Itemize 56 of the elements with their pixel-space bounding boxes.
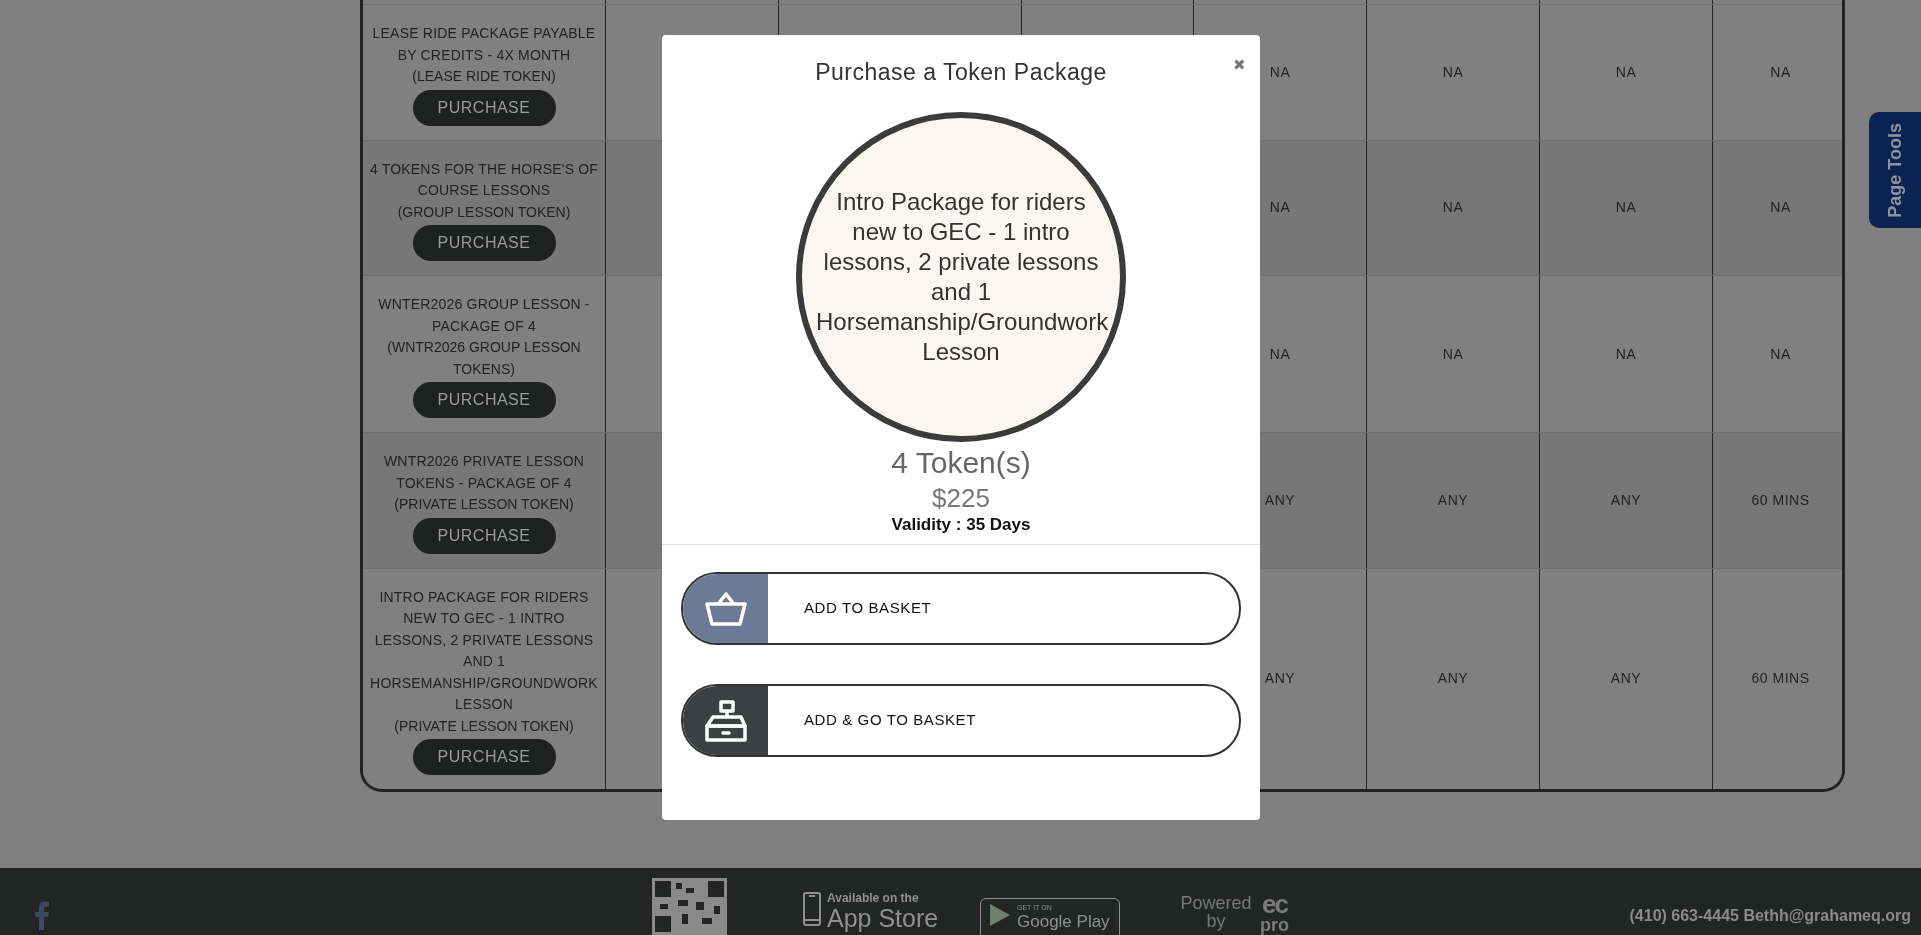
token-type: (GROUP LESSON TOKEN) (397, 202, 571, 222)
package-name: 4 TOKENS FOR THE HORSE'S OF COURSE LESSONS (369, 159, 599, 200)
package-price: $225 (932, 481, 990, 514)
table-cell-text: NA (1770, 62, 1791, 82)
purchase-button[interactable]: PURCHASE (412, 382, 556, 418)
table-cell-text: 60 MINS (1751, 669, 1810, 689)
package-name: WNTR2026 PRIVATE LESSON TOKENS - PACKAGE OF 4 (382, 452, 586, 493)
package-name: LEASE RIDE PACKAGE PAYABLE BY CREDITS - 4X MONTH (371, 24, 597, 65)
contact-info: (410) 663-4445 Bethh@grahameq.org (1629, 906, 1911, 926)
table-cell-text: NA (1615, 198, 1637, 218)
package-title: Intro Package for riders new to GEC - 1 intro lessons, 2 private lessons and 1 Horsemanship/Groundwork Lesson (816, 186, 1106, 367)
table-cell-text: ANY (1610, 490, 1642, 510)
ec-pro-logo: ec pro (1260, 892, 1289, 934)
purchase-button[interactable]: PURCHASE (412, 89, 556, 126)
purchase-button[interactable]: PURCHASE (412, 225, 556, 261)
table-cell-text: NA (1770, 344, 1791, 364)
table-cell-text: ANY (1264, 490, 1296, 510)
package-name: INTRO PACKAGE FOR RIDERS NEW TO GEC - 1 INTRO LESSONS, 2 PRIVATE LESSONS AND 1 HORSEMANSHIP/GROUNDWORK LESSON (369, 587, 599, 714)
page-tools-tab[interactable]: Page Tools (1869, 112, 1921, 228)
table-cell-text: ANY (1610, 669, 1642, 689)
table-cell-text: NA (1269, 198, 1291, 218)
table-cell-text: 60 MINS (1751, 490, 1810, 510)
badge-caption: Available on the (827, 892, 920, 905)
app-store-badge[interactable]: Available on the App Store (803, 892, 939, 931)
powered-by-text: Powered by (1179, 894, 1253, 930)
token-type: (LEASE RIDE TOKEN) (412, 67, 556, 86)
close-button[interactable]: ✖ (1233, 57, 1246, 72)
table-cell-text: NA (1615, 344, 1637, 364)
play-triangle-icon (989, 903, 1011, 927)
basket-icon (703, 590, 748, 627)
badge-title: App Store (827, 905, 939, 931)
table-cell-text: NA (1269, 62, 1291, 82)
badge-title: Google Play (1017, 912, 1110, 932)
purchase-button[interactable]: PURCHASE (412, 739, 556, 775)
token-count: 4 Token(s) (891, 444, 1031, 481)
dialog-title: Purchase a Token Package (815, 58, 1107, 87)
token-type: (WNTR2026 GROUP LESSON TOKENS) (386, 338, 582, 379)
table-cell-text: ANY (1437, 490, 1469, 510)
table-cell-text: NA (1615, 62, 1637, 82)
cash-register-icon (703, 698, 748, 743)
table-cell-text: NA (1442, 198, 1464, 218)
package-name: WNTER2026 GROUP LESSON - PACKAGE OF 4 (377, 295, 591, 336)
table-cell-text: ANY (1437, 669, 1469, 689)
qr-code-icon[interactable] (652, 878, 727, 935)
token-type: (PRIVATE LESSON TOKEN) (394, 495, 574, 514)
table-cell-text: NA (1770, 198, 1791, 218)
phone-icon (803, 892, 821, 926)
add-and-go-to-basket-button[interactable]: ADD & GO TO BASKET (681, 684, 1241, 757)
token-type: (PRIVATE LESSON TOKEN) (394, 716, 574, 736)
table-cell-text: ANY (1264, 669, 1296, 689)
table-cell-text: NA (1442, 62, 1464, 82)
table-cell-text: NA (1442, 344, 1464, 364)
validity-text: Validity : 35 Days (891, 513, 1031, 536)
purchase-button[interactable]: PURCHASE (412, 517, 556, 554)
add-to-basket-button[interactable]: ADD TO BASKET (681, 572, 1241, 645)
table-cell-text: NA (1269, 344, 1291, 364)
